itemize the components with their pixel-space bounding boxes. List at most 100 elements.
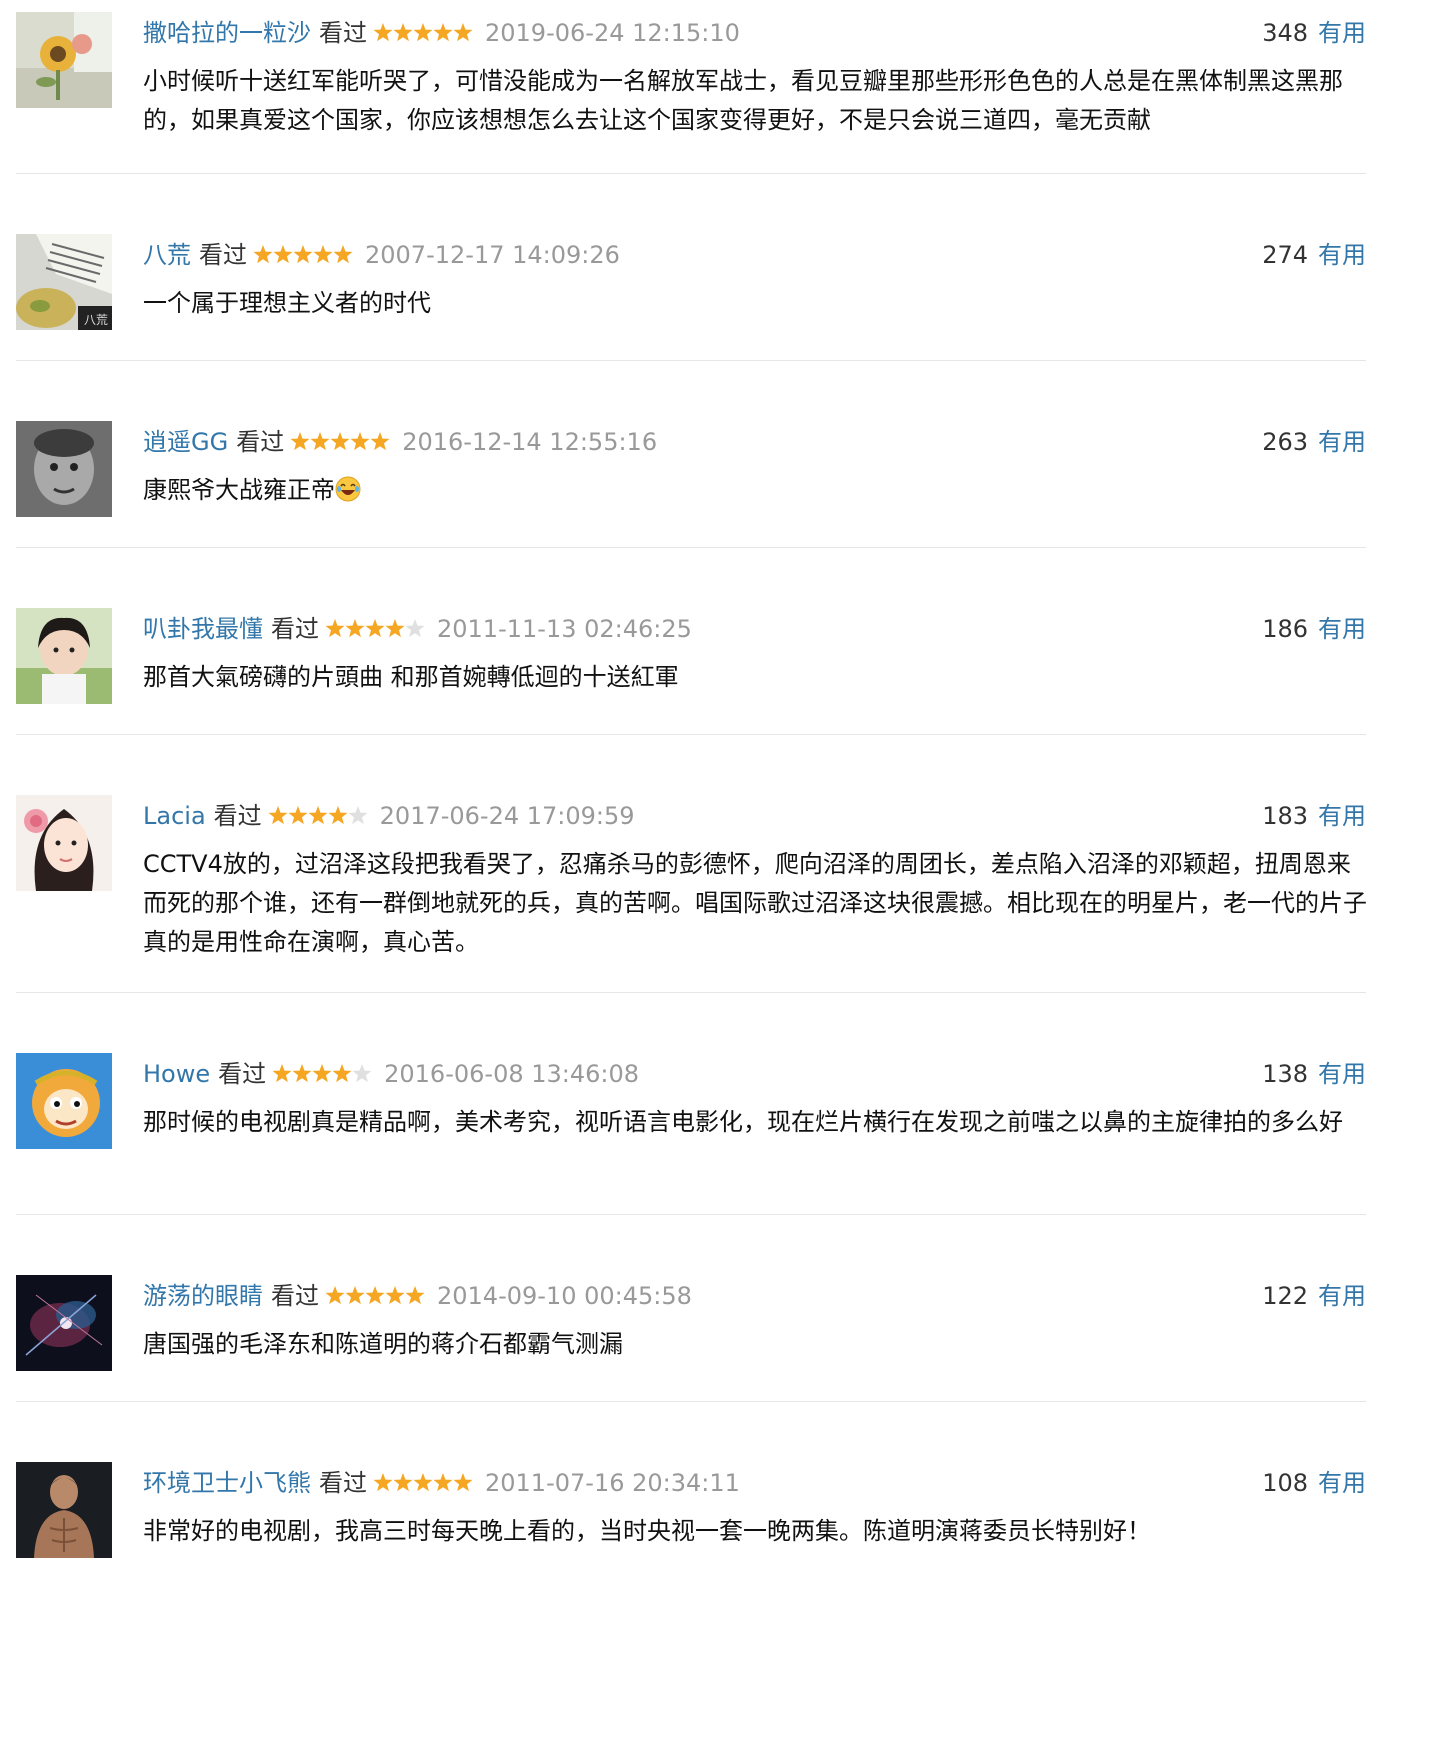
- star-filled-icon: [373, 1473, 393, 1492]
- comment-text: CCTV4放的，过沼泽这段把我看哭了，忍痛杀马的彭德怀，爬向沼泽的周团长，差点陷…: [143, 850, 1367, 956]
- username-link[interactable]: 游荡的眼睛: [143, 1282, 263, 1310]
- comment-text: 小时候听十送红军能听哭了，可惜没能成为一名解放军战士，看见豆瓣里那些形形色色的人…: [143, 67, 1343, 134]
- star-filled-icon: [325, 1286, 345, 1305]
- watch-status: 看过: [218, 1060, 267, 1088]
- star-empty-icon: [348, 806, 368, 825]
- star-filled-icon: [293, 245, 313, 264]
- vote-area: 186 有用: [1262, 614, 1366, 644]
- star-filled-icon: [308, 806, 328, 825]
- divider: [16, 734, 1366, 735]
- watch-status: 看过: [319, 19, 367, 47]
- rating-stars: [290, 427, 390, 457]
- vote-count: 263: [1262, 428, 1308, 456]
- rating-stars: [373, 1468, 473, 1498]
- divider: [16, 547, 1366, 548]
- laughing-emoji-icon: [335, 476, 361, 502]
- username-link[interactable]: 叭卦我最懂: [143, 615, 263, 643]
- divider: [16, 173, 1366, 174]
- useful-button[interactable]: 有用: [1318, 615, 1366, 643]
- comment-header: 逍遥GG 看过 2016-12-14 12:55:16 263 有用: [143, 427, 1366, 457]
- vote-count: 274: [1262, 241, 1308, 269]
- comment-time: 2017-06-24 17:09:59: [379, 802, 635, 830]
- star-filled-icon: [310, 432, 330, 451]
- useful-button[interactable]: 有用: [1318, 241, 1366, 269]
- comment-header: 游荡的眼睛 看过 2014-09-10 00:45:58 122 有用: [143, 1281, 1366, 1311]
- useful-button[interactable]: 有用: [1318, 1060, 1366, 1088]
- vote-area: 274 有用: [1262, 240, 1366, 270]
- avatar[interactable]: [16, 1462, 112, 1558]
- watch-status: 看过: [271, 1282, 319, 1310]
- star-filled-icon: [345, 619, 365, 638]
- rating-stars: [272, 1059, 372, 1089]
- useful-button[interactable]: 有用: [1318, 1469, 1366, 1497]
- star-empty-icon: [352, 1064, 372, 1083]
- star-empty-icon: [405, 619, 425, 638]
- username-link[interactable]: 撒哈拉的一粒沙: [143, 19, 311, 47]
- star-filled-icon: [453, 1473, 473, 1492]
- star-filled-icon: [268, 806, 288, 825]
- stars-svg: [290, 432, 390, 451]
- star-filled-icon: [385, 1286, 405, 1305]
- comment-time: 2014-09-10 00:45:58: [437, 1282, 692, 1310]
- comment-header: 八荒 看过 2007-12-17 14:09:26 274 有用: [143, 240, 1366, 270]
- comment-header: 环境卫士小飞熊 看过 2011-07-16 20:34:11 108 有用: [143, 1468, 1366, 1498]
- comment-header: 撒哈拉的一粒沙 看过 2019-06-24 12:15:10 348 有用: [143, 18, 1366, 48]
- star-filled-icon: [370, 432, 390, 451]
- star-filled-icon: [292, 1064, 312, 1083]
- avatar[interactable]: [16, 608, 112, 704]
- star-filled-icon: [272, 1064, 292, 1083]
- avatar[interactable]: [16, 421, 112, 517]
- useful-button[interactable]: 有用: [1318, 428, 1366, 456]
- comment-text: 康熙爷大战雍正帝: [143, 471, 1368, 510]
- star-filled-icon: [365, 1286, 385, 1305]
- comment-header: 叭卦我最懂 看过 2011-11-13 02:46:25 186 有用: [143, 614, 1366, 644]
- vote-count: 122: [1262, 1282, 1308, 1310]
- star-filled-icon: [332, 1064, 352, 1083]
- avatar[interactable]: [16, 1275, 112, 1371]
- star-filled-icon: [365, 619, 385, 638]
- comment-text: 一个属于理想主义者的时代: [143, 289, 431, 317]
- rating-stars: [268, 801, 368, 831]
- comment-text: 唐国强的毛泽东和陈道明的蒋介石都霸气测漏: [143, 1330, 623, 1358]
- avatar[interactable]: 八荒: [16, 234, 112, 330]
- vote-count: 348: [1262, 19, 1308, 47]
- star-filled-icon: [330, 432, 350, 451]
- avatar[interactable]: [16, 795, 112, 891]
- comment-time: 2016-12-14 12:55:16: [402, 428, 658, 456]
- useful-button[interactable]: 有用: [1318, 802, 1366, 830]
- star-filled-icon: [312, 1064, 332, 1083]
- rating-stars: [373, 18, 473, 48]
- username-link[interactable]: Lacia: [143, 802, 206, 830]
- comment-text: 那首大氣磅礴的片頭曲 和那首婉轉低迴的十送紅軍: [143, 663, 679, 691]
- username-link[interactable]: Howe: [143, 1060, 210, 1088]
- star-filled-icon: [413, 23, 433, 42]
- comment-time: 2016-06-08 13:46:08: [384, 1060, 640, 1088]
- avatar[interactable]: [16, 1053, 112, 1149]
- vote-area: 122 有用: [1262, 1281, 1366, 1311]
- comment-header: Lacia 看过 2017-06-24 17:09:59 183 有用: [143, 801, 1366, 831]
- stars-svg: [268, 806, 368, 825]
- useful-button[interactable]: 有用: [1318, 1282, 1366, 1310]
- watch-status: 看过: [199, 241, 247, 269]
- star-filled-icon: [273, 245, 293, 264]
- divider: [16, 360, 1366, 361]
- useful-button[interactable]: 有用: [1318, 19, 1366, 47]
- star-filled-icon: [288, 806, 308, 825]
- vote-area: 108 有用: [1262, 1468, 1366, 1498]
- username-link[interactable]: 逍遥GG: [143, 428, 228, 456]
- star-filled-icon: [253, 245, 273, 264]
- comment-time: 2011-07-16 20:34:11: [485, 1469, 740, 1497]
- divider: [16, 1401, 1366, 1402]
- stars-svg: [272, 1064, 372, 1083]
- star-filled-icon: [345, 1286, 365, 1305]
- star-filled-icon: [405, 1286, 425, 1305]
- username-link[interactable]: 八荒: [143, 241, 191, 269]
- star-filled-icon: [393, 1473, 413, 1492]
- watch-status: 看过: [271, 615, 319, 643]
- watch-status: 看过: [319, 1469, 367, 1497]
- rating-stars: [325, 1281, 425, 1311]
- divider: [16, 992, 1366, 993]
- avatar[interactable]: [16, 12, 112, 108]
- username-link[interactable]: 环境卫士小飞熊: [143, 1469, 311, 1497]
- star-filled-icon: [325, 619, 345, 638]
